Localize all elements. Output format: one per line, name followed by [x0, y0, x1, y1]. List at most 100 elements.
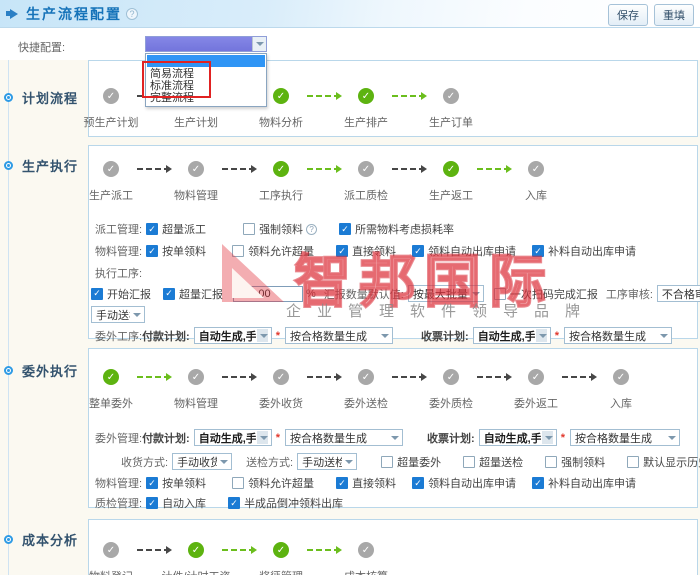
pay-rule-select[interactable]: 按合格数量生成 [285, 429, 404, 446]
checkbox[interactable] [532, 245, 545, 257]
checkbox-item[interactable]: 领料允许超量 [232, 475, 314, 491]
invoice-plan-select[interactable]: 自动生成,手动 [472, 327, 551, 344]
select-value: 自动生成,手动 [477, 330, 535, 343]
checkbox[interactable] [146, 477, 159, 489]
checkbox[interactable] [163, 287, 175, 300]
checkbox-item[interactable]: 默认显示历史价 [627, 454, 700, 470]
checkbox-label: 半成品倒冲领料出库 [244, 498, 344, 510]
checkbox[interactable] [412, 245, 425, 257]
save-button[interactable]: 保存 [608, 4, 648, 26]
step-label: 整单委外 [89, 398, 133, 410]
step-label: 物料管理 [174, 398, 218, 410]
chevron-down-icon [471, 291, 480, 296]
reset-button[interactable]: 重填 [654, 4, 694, 26]
chevron-down-icon [535, 329, 547, 342]
step-status-icon [443, 369, 459, 385]
step-label: 物料管理 [174, 190, 218, 202]
checkbox-item[interactable]: 半成品倒冲领料出库 [228, 495, 343, 511]
checkbox[interactable] [493, 287, 506, 300]
invoice-plan-select[interactable]: 自动生成,手动 [478, 429, 557, 446]
checkbox[interactable] [146, 245, 159, 257]
checkbox-item[interactable]: 开始汇报 [91, 286, 151, 302]
quick-config-select[interactable] [145, 36, 267, 52]
checkbox[interactable] [336, 245, 349, 257]
section-head-cost: 成本分析 [4, 530, 78, 549]
flow-step: 物料管理 [174, 161, 218, 205]
report-percent-input[interactable] [233, 285, 303, 302]
checkbox-label: 一次扫码完成汇报 [509, 288, 598, 301]
pay-plan-select[interactable]: 自动生成,手动 [193, 327, 272, 344]
flow-arrow-icon [392, 165, 427, 173]
checkbox-item[interactable]: 所需物料考虑损耗率 [339, 221, 454, 237]
checkbox-item[interactable]: 超量派工 [146, 221, 206, 237]
flow-step: 委外收货 [259, 369, 303, 413]
checkbox[interactable] [463, 455, 476, 468]
flow-step: 委外送检 [344, 369, 388, 413]
checkbox[interactable] [146, 223, 159, 235]
checkbox[interactable] [532, 477, 545, 489]
required-mark: * [275, 329, 281, 342]
send-inspect-row: 手动送检 [91, 306, 145, 323]
checkbox[interactable] [336, 477, 349, 489]
step-label: 入库 [610, 398, 632, 410]
invoice-rule-select[interactable]: 按合格数量生成 [569, 429, 680, 446]
checkbox[interactable] [627, 455, 640, 468]
checkbox-item[interactable]: 领料自动出库申请 [412, 475, 516, 491]
flow-step: 委外质检 [429, 369, 473, 413]
checkbox[interactable] [381, 455, 394, 468]
checkbox[interactable] [339, 223, 352, 235]
send-inspect-select[interactable]: 手动送检 [297, 453, 358, 470]
material-settings-row: 物料管理: 按单领料 领料允许超量 直接领料 领料自动出库申请 补料自动出库申请 [95, 243, 636, 259]
section-title: 生产执行 [22, 159, 79, 174]
checkbox[interactable] [91, 287, 103, 300]
checkbox[interactable] [146, 497, 159, 509]
step-status-icon [613, 369, 629, 385]
checkbox-item[interactable]: 超量送检 [463, 454, 523, 470]
checkbox[interactable] [232, 477, 245, 489]
checkbox[interactable] [232, 245, 245, 257]
audit-select[interactable]: 不合格审核 [656, 285, 700, 302]
step-label: 生产计划 [174, 117, 218, 129]
bullet-icon [4, 93, 13, 102]
row-label: 执行工序: [95, 268, 143, 280]
chevron-down-icon[interactable] [252, 37, 266, 51]
flow-step: 生产排产 [344, 88, 388, 132]
chevron-down-icon [541, 431, 553, 444]
flow-step: 派工质检 [344, 161, 388, 205]
checkbox-item[interactable]: 直接领料 [336, 243, 396, 259]
page-header: 生产流程配置 保存 重填 [0, 0, 700, 28]
qty-default-select[interactable]: 按最大批量 [407, 285, 484, 302]
checkbox[interactable] [228, 497, 241, 509]
required-mark: * [554, 329, 559, 342]
checkbox[interactable] [412, 477, 425, 489]
select-value: 自动生成,手动 [198, 432, 256, 445]
qty-default-label: 汇报数量默认值: [323, 288, 404, 301]
checkbox-item[interactable]: 超量汇报 [163, 286, 223, 302]
chevron-down-icon [256, 431, 268, 444]
pay-rule-select[interactable]: 按合格数量生成 [285, 327, 394, 344]
checkbox-item[interactable]: 强制领料 [243, 221, 318, 237]
pay-plan-select[interactable]: 自动生成,手动 [193, 429, 272, 446]
checkbox[interactable] [243, 223, 256, 235]
checkbox-item[interactable]: 自动入库 [146, 495, 206, 511]
help-icon[interactable] [306, 223, 318, 235]
invoice-rule-select[interactable]: 按合格数量生成 [563, 327, 672, 344]
receive-settings-row: 收货方式: 手动收货 送检方式: 手动送检 超量委外 超量送检 强制领料 默认显… [121, 453, 700, 470]
flow-step: 整单委外 [89, 369, 133, 413]
checkbox-item[interactable]: 超量委外 [381, 454, 441, 470]
help-icon[interactable] [126, 7, 138, 20]
checkbox-label: 默认显示历史价 [643, 456, 700, 469]
checkbox-item[interactable]: 领料自动出库申请 [412, 243, 516, 259]
send-inspect-select[interactable]: 手动送检 [91, 306, 145, 323]
checkbox-item[interactable]: 补料自动出库申请 [532, 475, 636, 491]
checkbox-item[interactable]: 强制领料 [545, 454, 605, 470]
checkbox-item[interactable]: 补料自动出库申请 [532, 243, 636, 259]
checkbox-item[interactable]: 领料允许超量 [232, 243, 314, 259]
checkbox-item[interactable]: 按单领料 [146, 243, 206, 259]
row-label: 委外工序: [95, 330, 143, 343]
receive-mode-select[interactable]: 手动收货 [172, 453, 233, 470]
checkbox-item[interactable]: 按单领料 [146, 475, 206, 491]
checkbox-item[interactable]: 一次扫码完成汇报 [493, 286, 598, 302]
checkbox[interactable] [545, 455, 558, 468]
checkbox-item[interactable]: 直接领料 [336, 475, 396, 491]
